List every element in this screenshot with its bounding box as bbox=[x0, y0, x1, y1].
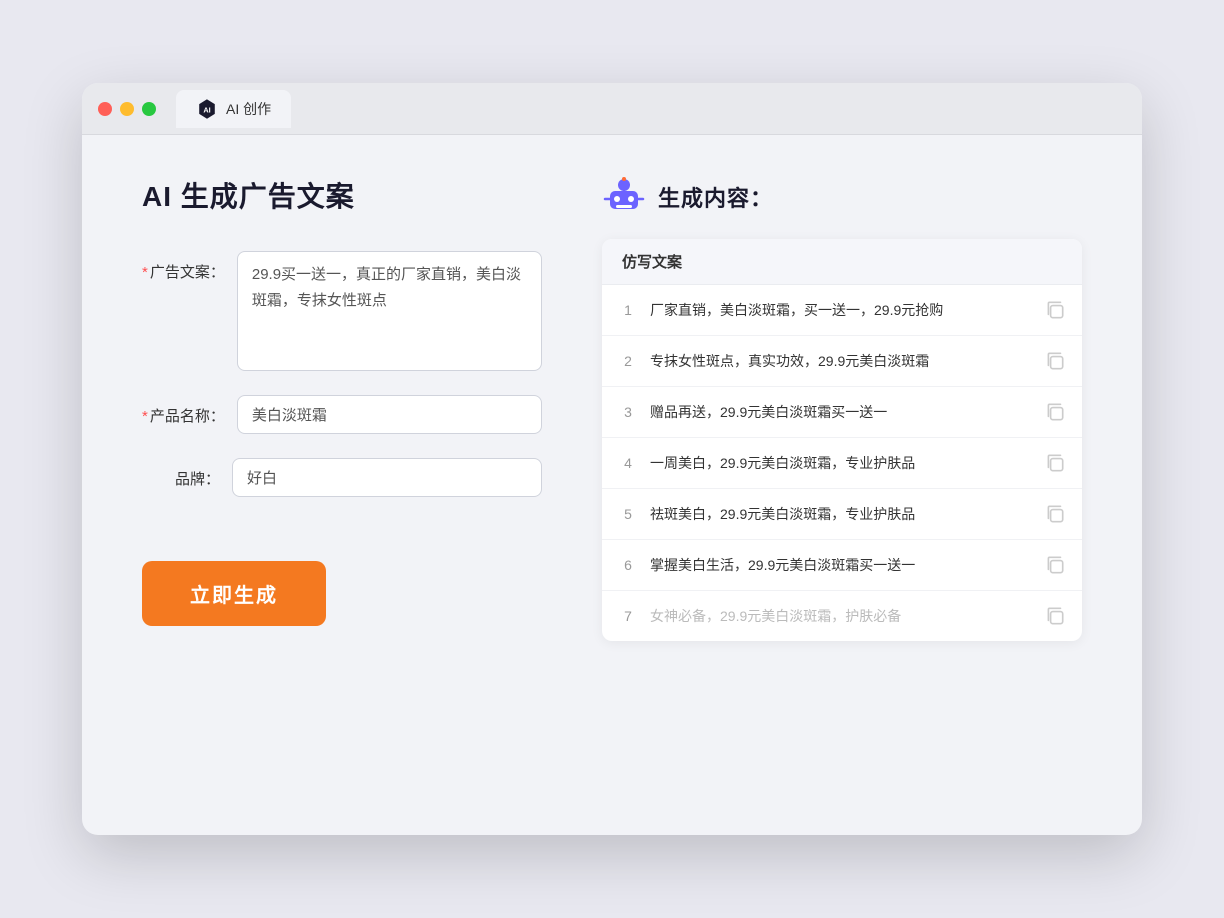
required-star: * bbox=[142, 264, 148, 281]
copy-icon[interactable] bbox=[1044, 401, 1066, 423]
generate-button[interactable]: 立即生成 bbox=[142, 561, 326, 626]
product-name-group: *产品名称： bbox=[142, 395, 542, 434]
row-text: 一周美白，29.9元美白淡斑霜，专业护肤品 bbox=[650, 453, 1032, 474]
table-row: 4 一周美白，29.9元美白淡斑霜，专业护肤品 bbox=[602, 438, 1082, 489]
ai-tab-icon: AI bbox=[196, 98, 218, 120]
browser-tab[interactable]: AI AI 创作 bbox=[176, 90, 291, 128]
left-panel: AI 生成广告文案 *广告文案： *产品名称： 品牌： 立 bbox=[142, 175, 542, 795]
copy-icon[interactable] bbox=[1044, 452, 1066, 474]
robot-icon bbox=[602, 175, 646, 219]
minimize-button[interactable] bbox=[120, 102, 134, 116]
brand-label: 品牌： bbox=[142, 458, 232, 489]
copy-icon[interactable] bbox=[1044, 350, 1066, 372]
table-row: 3 赠品再送，29.9元美白淡斑霜买一送一 bbox=[602, 387, 1082, 438]
result-title: 生成内容： bbox=[658, 181, 773, 213]
traffic-lights bbox=[98, 102, 156, 116]
result-rows-container: 1 厂家直销，美白淡斑霜，买一送一，29.9元抢购 2 专抹女性斑点，真实功效，… bbox=[602, 285, 1082, 641]
copy-icon[interactable] bbox=[1044, 503, 1066, 525]
table-header: 仿写文案 bbox=[602, 239, 1082, 285]
tab-label: AI 创作 bbox=[226, 99, 271, 119]
table-row: 5 祛斑美白，29.9元美白淡斑霜，专业护肤品 bbox=[602, 489, 1082, 540]
copy-icon[interactable] bbox=[1044, 299, 1066, 321]
row-text: 女神必备，29.9元美白淡斑霜，护肤必备 bbox=[650, 606, 1032, 627]
table-row: 6 掌握美白生活，29.9元美白淡斑霜买一送一 bbox=[602, 540, 1082, 591]
product-name-input[interactable] bbox=[237, 395, 542, 434]
copy-icon[interactable] bbox=[1044, 554, 1066, 576]
close-button[interactable] bbox=[98, 102, 112, 116]
required-star-2: * bbox=[142, 408, 148, 425]
brand-input[interactable] bbox=[232, 458, 542, 497]
row-number: 7 bbox=[618, 608, 638, 624]
row-text: 厂家直销，美白淡斑霜，买一送一，29.9元抢购 bbox=[650, 300, 1032, 321]
right-panel: 生成内容： 仿写文案 1 厂家直销，美白淡斑霜，买一送一，29.9元抢购 2 专… bbox=[602, 175, 1082, 795]
maximize-button[interactable] bbox=[142, 102, 156, 116]
row-number: 4 bbox=[618, 455, 638, 471]
copy-icon[interactable] bbox=[1044, 605, 1066, 627]
brand-group: 品牌： bbox=[142, 458, 542, 497]
svg-text:AI: AI bbox=[203, 105, 210, 114]
row-text: 赠品再送，29.9元美白淡斑霜买一送一 bbox=[650, 402, 1032, 423]
table-row: 7 女神必备，29.9元美白淡斑霜，护肤必备 bbox=[602, 591, 1082, 641]
ad-copy-label: *广告文案： bbox=[142, 251, 237, 282]
result-table: 仿写文案 1 厂家直销，美白淡斑霜，买一送一，29.9元抢购 2 专抹女性斑点，… bbox=[602, 239, 1082, 641]
row-number: 2 bbox=[618, 353, 638, 369]
row-text: 祛斑美白，29.9元美白淡斑霜，专业护肤品 bbox=[650, 504, 1032, 525]
table-row: 2 专抹女性斑点，真实功效，29.9元美白淡斑霜 bbox=[602, 336, 1082, 387]
browser-content: AI 生成广告文案 *广告文案： *产品名称： 品牌： 立 bbox=[82, 135, 1142, 835]
row-number: 3 bbox=[618, 404, 638, 420]
page-title: AI 生成广告文案 bbox=[142, 175, 542, 215]
row-text: 专抹女性斑点，真实功效，29.9元美白淡斑霜 bbox=[650, 351, 1032, 372]
row-number: 5 bbox=[618, 506, 638, 522]
result-header: 生成内容： bbox=[602, 175, 1082, 219]
product-name-label: *产品名称： bbox=[142, 395, 237, 426]
browser-titlebar: AI AI 创作 bbox=[82, 83, 1142, 135]
ad-copy-input[interactable] bbox=[237, 251, 542, 371]
row-number: 1 bbox=[618, 302, 638, 318]
table-row: 1 厂家直销，美白淡斑霜，买一送一，29.9元抢购 bbox=[602, 285, 1082, 336]
row-number: 6 bbox=[618, 557, 638, 573]
browser-window: AI AI 创作 AI 生成广告文案 *广告文案： *产品名称： bbox=[82, 83, 1142, 835]
ad-copy-group: *广告文案： bbox=[142, 251, 542, 371]
row-text: 掌握美白生活，29.9元美白淡斑霜买一送一 bbox=[650, 555, 1032, 576]
